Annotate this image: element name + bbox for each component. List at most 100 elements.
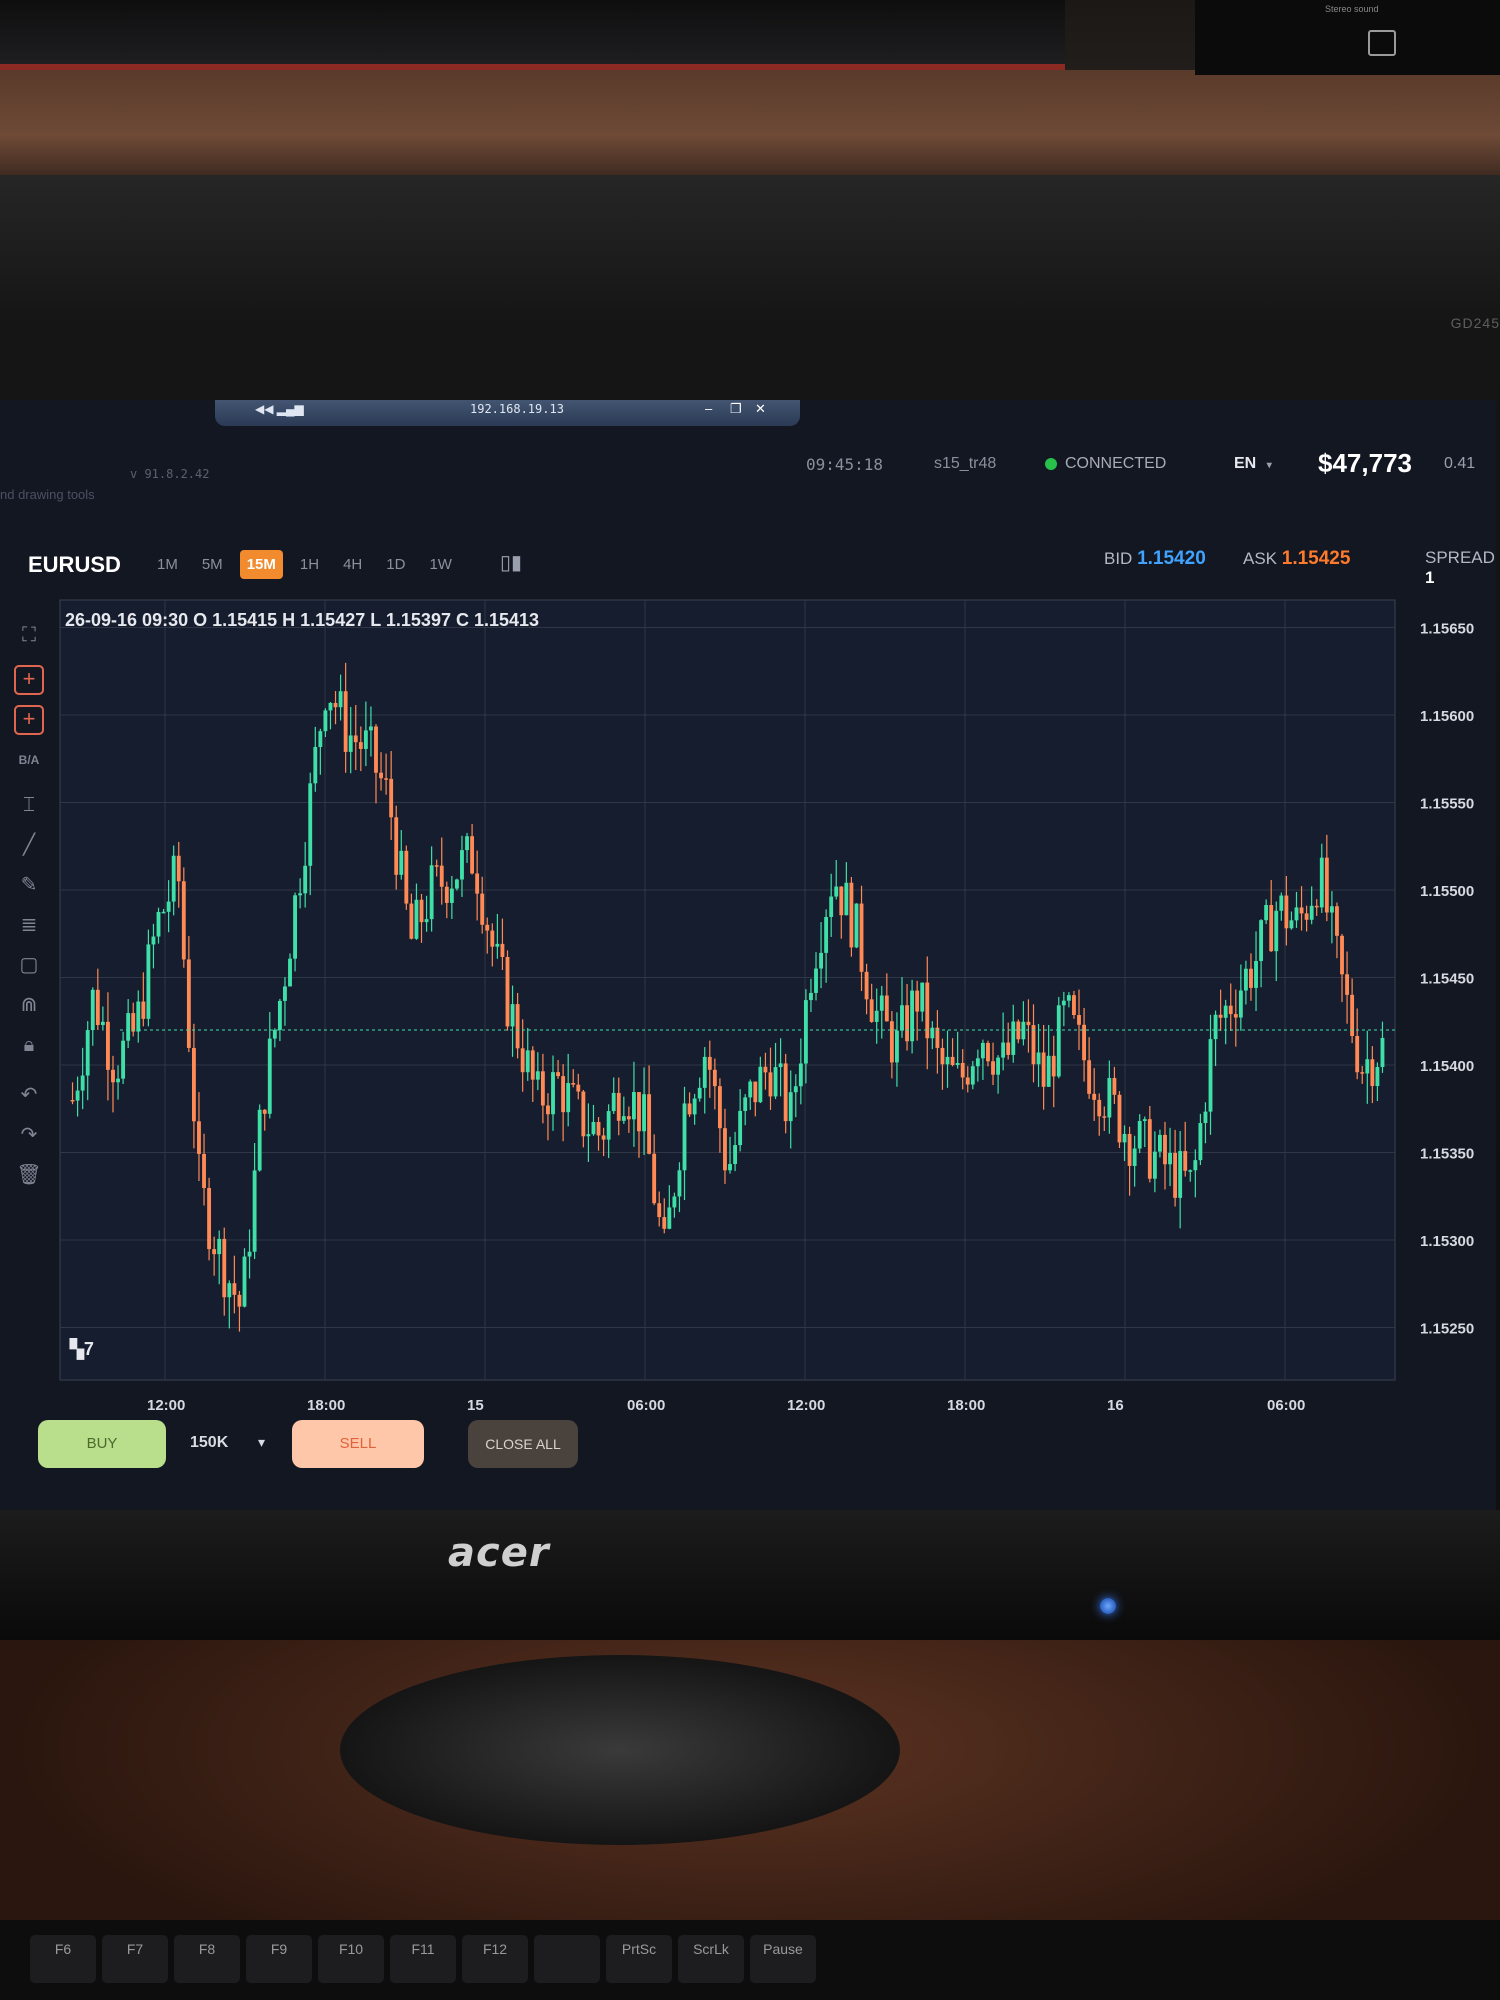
candle-body xyxy=(1254,961,1258,988)
candle-body xyxy=(1097,1099,1102,1117)
candle-body xyxy=(505,957,510,1027)
close-all-button[interactable]: CLOSE ALL xyxy=(468,1420,578,1468)
candle-body xyxy=(743,1097,748,1111)
candle-body xyxy=(277,1000,282,1030)
candle-body xyxy=(839,886,844,916)
candle-body xyxy=(889,1021,894,1063)
candle-body xyxy=(965,1077,970,1085)
candle-body xyxy=(884,995,889,1022)
candle-body xyxy=(642,1094,646,1132)
keyboard-key: F6 xyxy=(30,1935,96,1983)
candle-body xyxy=(156,911,161,937)
candle-body xyxy=(1208,1039,1213,1112)
y-tick-label: 1.15250 xyxy=(1420,1321,1474,1338)
candle-body xyxy=(100,1021,105,1026)
candle-body xyxy=(227,1283,232,1298)
tradingview-logo-icon: ▚7 xyxy=(69,1337,94,1360)
pencil-icon[interactable]: ✎ xyxy=(14,870,44,900)
candle-body xyxy=(222,1238,227,1298)
candle-body xyxy=(717,1086,722,1129)
redo-icon[interactable]: ↷ xyxy=(14,1120,44,1150)
x-tick-label: 16 xyxy=(1107,1397,1124,1410)
candle-body xyxy=(1213,1014,1218,1040)
candle-body xyxy=(1092,1093,1097,1100)
trash-icon[interactable]: 🗑︎ xyxy=(14,1160,44,1190)
x-tick-label: 06:00 xyxy=(627,1397,665,1410)
candle-body xyxy=(945,1056,950,1065)
undo-icon[interactable]: ↶ xyxy=(14,1080,44,1110)
bid-ask-toggle[interactable]: B/A xyxy=(14,745,44,775)
candle-body xyxy=(348,735,353,752)
rectangle-icon[interactable]: ▢ xyxy=(14,950,44,980)
x-tick-label: 18:00 xyxy=(947,1397,985,1410)
sell-button[interactable]: SELL xyxy=(292,1420,424,1468)
candle-body xyxy=(712,1069,717,1087)
candle-body xyxy=(1340,935,1344,975)
candle-body xyxy=(1168,1152,1172,1165)
candle-body xyxy=(202,1153,206,1189)
candle-body xyxy=(768,1072,773,1097)
candle-body xyxy=(1122,1133,1127,1143)
trading-app-screen: ◀◀ ▂▄▆ 192.168.19.13 – ❐ ✕ v 91.8.2.42 n… xyxy=(0,400,1496,1510)
candle-body xyxy=(1152,1151,1157,1179)
candle-body xyxy=(141,1001,146,1019)
trend-line-icon[interactable]: ╱ xyxy=(14,830,44,860)
x-tick-label: 12:00 xyxy=(147,1397,185,1410)
candle-body xyxy=(369,726,373,731)
candle-body xyxy=(1335,906,1339,936)
candle-body xyxy=(1132,1148,1137,1166)
candle-body xyxy=(1375,1067,1380,1087)
candle-body xyxy=(1380,1037,1385,1068)
candle-body xyxy=(414,899,419,939)
candle-body xyxy=(915,990,920,1012)
keyboard-key: F12 xyxy=(462,1935,528,1983)
candle-body xyxy=(1127,1133,1132,1166)
candle-body xyxy=(950,1056,955,1065)
candle-body xyxy=(975,1058,980,1067)
candle-body xyxy=(834,886,839,897)
candle-body xyxy=(1299,907,1304,914)
luggage-icon xyxy=(1368,30,1396,56)
candle-body xyxy=(1046,1055,1051,1087)
magnet-icon[interactable]: ⋒ xyxy=(14,990,44,1020)
candle-body xyxy=(353,735,358,743)
candle-body xyxy=(1193,1160,1198,1171)
candle-body xyxy=(1056,1005,1061,1077)
ohlc-readout: 26-09-16 09:30 O 1.15415 H 1.15427 L 1.1… xyxy=(65,610,540,630)
candle-body xyxy=(1319,857,1324,908)
measure-icon[interactable]: ⌶ xyxy=(14,790,44,820)
candle-body xyxy=(389,778,394,818)
power-led-icon[interactable] xyxy=(1100,1598,1116,1614)
candle-body xyxy=(394,817,399,875)
fib-levels-icon[interactable]: ≣ xyxy=(14,910,44,940)
candle-body xyxy=(611,1092,616,1112)
candle-body xyxy=(308,783,313,866)
candle-body xyxy=(404,850,409,904)
crosshair-alt-icon[interactable]: + xyxy=(14,705,44,735)
monitor-brand-logo: acer xyxy=(448,1530,550,1576)
candle-body xyxy=(75,1090,80,1101)
lot-size-select[interactable]: 150K xyxy=(190,1434,228,1452)
chevron-down-icon[interactable]: ▾ xyxy=(258,1434,265,1451)
candle-body xyxy=(576,1084,581,1092)
shelf-device xyxy=(0,0,1065,70)
candle-body xyxy=(1006,1042,1011,1055)
candle-body xyxy=(1279,895,1284,911)
price-chart[interactable]: 1.15650 1.15600 1.15550 1.15500 1.15450 1.154… xyxy=(0,400,1496,1410)
candle-body xyxy=(606,1111,611,1140)
candle-body xyxy=(490,930,495,947)
candle-body xyxy=(191,1047,196,1122)
lock-icon[interactable]: 🔒︎ xyxy=(14,1030,44,1060)
candle-body xyxy=(980,1042,985,1059)
crosshair-icon[interactable]: + xyxy=(14,665,44,695)
candle-body xyxy=(859,903,864,972)
candle-body xyxy=(1243,968,1248,991)
candle-body xyxy=(940,1047,945,1065)
candle-body xyxy=(733,1145,738,1165)
candle-body xyxy=(95,989,100,1026)
buy-button[interactable]: BUY xyxy=(38,1420,166,1468)
trade-panel: BUY 150K ▾ SELL CLOSE ALL xyxy=(0,1410,1496,1510)
fullscreen-icon[interactable]: ⛶ xyxy=(14,620,44,650)
candle-body xyxy=(854,903,859,948)
candle-body xyxy=(1163,1134,1167,1165)
